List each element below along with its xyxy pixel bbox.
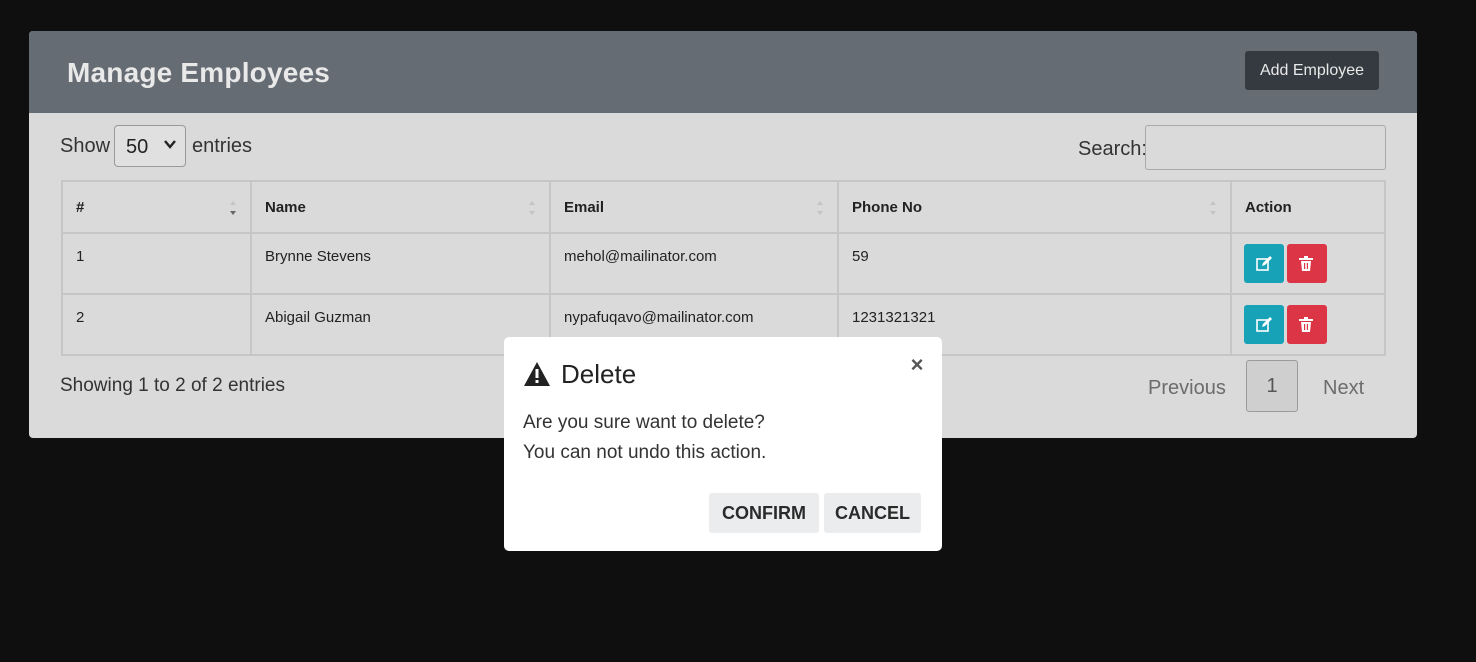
trash-icon [1299, 317, 1313, 332]
search-label: Search: [1078, 138, 1147, 160]
sort-icon [817, 201, 823, 215]
table-row: 1 Brynne Stevens mehol@mailinator.com 59 [61, 232, 1386, 295]
cell-actions [1230, 232, 1386, 295]
trash-icon [1299, 256, 1313, 271]
add-employee-button[interactable]: Add Employee [1245, 51, 1379, 90]
column-header-label: Action [1245, 198, 1292, 216]
cell-name: Brynne Stevens [250, 232, 551, 295]
dialog-warning-text: You can not undo this action. [523, 442, 767, 463]
table-info: Showing 1 to 2 of 2 entries [60, 375, 285, 396]
column-header-label: # [76, 198, 85, 216]
edit-button[interactable] [1244, 305, 1284, 344]
search-input[interactable] [1145, 125, 1386, 170]
panel-header: Manage Employees Add Employee [29, 31, 1417, 113]
delete-button[interactable] [1287, 244, 1327, 283]
pagination-previous[interactable]: Previous [1148, 377, 1226, 400]
close-icon[interactable]: × [907, 354, 927, 376]
pagination-page-1[interactable]: 1 [1246, 360, 1298, 412]
cell-number: 1 [61, 232, 252, 295]
page-title: Manage Employees [67, 57, 331, 88]
column-header-phone[interactable]: Phone No [837, 180, 1232, 234]
cell-number: 2 [61, 293, 252, 356]
column-header-email[interactable]: Email [549, 180, 839, 234]
page-length-select[interactable]: 50 [114, 125, 186, 167]
column-header-name[interactable]: Name [250, 180, 551, 234]
column-header-number[interactable]: # [61, 180, 252, 234]
entries-label: entries [192, 135, 253, 157]
column-header-action: Action [1230, 180, 1386, 234]
sort-icon [230, 201, 236, 215]
column-header-label: Name [265, 198, 306, 216]
confirm-button[interactable]: CONFIRM [709, 493, 819, 533]
table-header-row: # Name Email Phone No Action [61, 180, 1386, 234]
cell-email: mehol@mailinator.com [549, 232, 839, 295]
edit-button[interactable] [1244, 244, 1284, 283]
column-header-label: Phone No [852, 198, 922, 216]
cell-actions [1230, 293, 1386, 356]
show-label: Show [60, 135, 111, 157]
dialog-message: Are you sure want to delete? [523, 412, 765, 433]
sort-icon [529, 201, 535, 215]
cell-phone: 59 [837, 232, 1232, 295]
column-header-label: Email [564, 198, 605, 216]
page-length-value: 50 [126, 136, 149, 158]
cancel-button[interactable]: CANCEL [824, 493, 921, 533]
warning-icon [524, 362, 550, 386]
employees-table: # Name Email Phone No Action 1 Brynne St… [61, 180, 1386, 356]
edit-icon [1256, 256, 1272, 271]
pagination-next[interactable]: Next [1323, 377, 1364, 400]
edit-icon [1256, 317, 1272, 332]
dialog-title: Delete [561, 359, 637, 389]
delete-button[interactable] [1287, 305, 1327, 344]
chevron-down-icon [164, 140, 176, 149]
sort-icon [1210, 201, 1216, 215]
delete-confirm-dialog: Delete × Are you sure want to delete? Yo… [504, 337, 942, 551]
